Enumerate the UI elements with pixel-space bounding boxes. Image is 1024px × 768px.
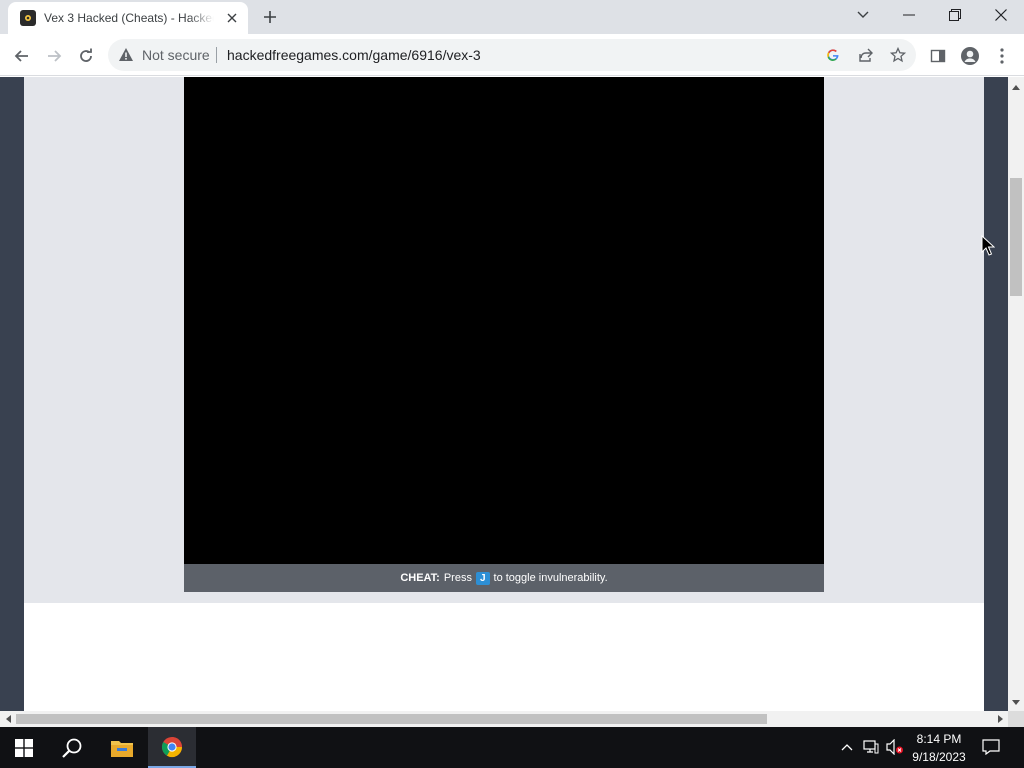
url-text[interactable]: hackedfreegames.com/game/6916/vex-3 — [227, 47, 481, 63]
scroll-down-icon[interactable] — [1008, 694, 1024, 710]
search-icon[interactable] — [48, 727, 96, 768]
browser-toolbar: Not secure hackedfreegames.com/game/6916… — [0, 34, 1024, 76]
scroll-left-icon[interactable] — [0, 711, 16, 727]
close-window-icon[interactable] — [978, 0, 1024, 30]
tray-chevron-icon[interactable] — [838, 738, 856, 756]
cheat-bar: CHEAT: Press J to toggle invulnerability… — [184, 564, 824, 592]
file-explorer-icon[interactable] — [98, 727, 146, 768]
chevron-down-icon[interactable] — [840, 0, 886, 30]
game-section: CHEAT: Press J to toggle invulnerability… — [24, 77, 984, 603]
restore-icon[interactable] — [932, 0, 978, 30]
left-side-panel — [0, 77, 24, 711]
cheat-description: to toggle invulnerability. — [493, 572, 608, 584]
address-bar[interactable]: Not secure hackedfreegames.com/game/6916… — [108, 39, 916, 71]
game-canvas[interactable] — [184, 77, 824, 564]
google-icon[interactable] — [823, 45, 843, 65]
plus-icon[interactable] — [258, 6, 282, 28]
profile-icon[interactable] — [956, 42, 984, 70]
warning-icon[interactable] — [118, 47, 134, 68]
scroll-up-icon[interactable] — [1008, 79, 1024, 95]
security-label[interactable]: Not secure — [142, 47, 210, 63]
share-icon[interactable] — [856, 45, 876, 65]
close-icon[interactable] — [224, 10, 240, 26]
taskbar: 8:14 PM 9/18/2023 — [0, 727, 1024, 768]
horizontal-scroll-thumb[interactable] — [16, 714, 767, 724]
scrollbar-corner — [1008, 711, 1024, 727]
right-side-panel — [984, 77, 1008, 711]
forward-arrow-icon[interactable] — [40, 42, 68, 70]
mouse-cursor-icon — [981, 235, 995, 256]
back-arrow-icon[interactable] — [8, 42, 36, 70]
omnibox-divider — [216, 47, 217, 63]
clock-date[interactable]: 9/18/2023 — [908, 750, 970, 764]
volume-muted-icon[interactable] — [886, 738, 904, 756]
star-icon[interactable] — [888, 45, 908, 65]
page-viewport: CHEAT: Press J to toggle invulnerability… — [0, 77, 1008, 711]
minimize-icon[interactable] — [886, 0, 932, 30]
cheat-key-badge: J — [475, 571, 490, 585]
tab-strip: Vex 3 Hacked (Cheats) - Hacked Free Game… — [0, 0, 1024, 34]
tab-title: Vex 3 Hacked (Cheats) - Hacked Free Game… — [44, 11, 214, 25]
vertical-scroll-thumb[interactable] — [1010, 178, 1022, 296]
cheat-press-text: Press — [443, 572, 472, 584]
notification-icon[interactable] — [982, 738, 1000, 756]
windows-start-icon[interactable] — [0, 727, 48, 768]
reload-icon[interactable] — [72, 42, 100, 70]
browser-tab[interactable]: Vex 3 Hacked (Cheats) - Hacked Free Game… — [8, 2, 248, 34]
network-icon[interactable] — [862, 738, 880, 756]
clock-time[interactable]: 8:14 PM — [912, 732, 966, 746]
scroll-right-icon[interactable] — [992, 711, 1008, 727]
chrome-icon[interactable] — [148, 727, 196, 768]
content-area — [24, 603, 984, 711]
favicon-icon — [20, 10, 36, 26]
vertical-scrollbar[interactable] — [1008, 77, 1024, 711]
cheat-label: CHEAT: — [400, 572, 440, 584]
kebab-menu-icon[interactable] — [988, 42, 1016, 70]
side-panel-icon[interactable] — [924, 42, 952, 70]
